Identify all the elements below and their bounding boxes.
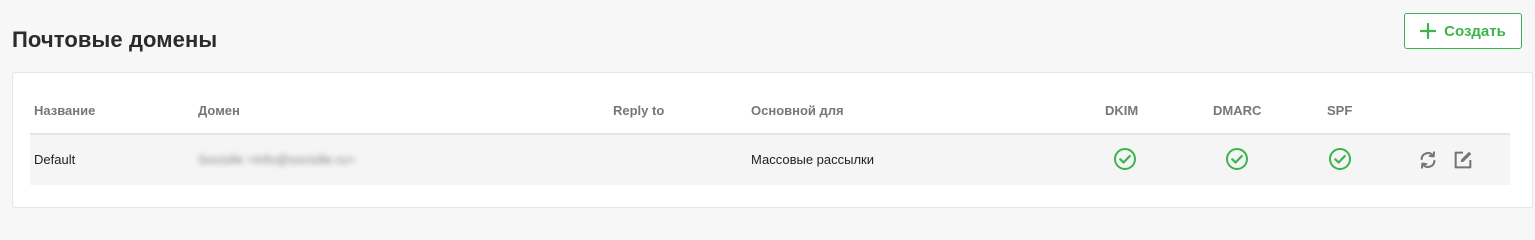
mail-domains-page: Почтовые домены Создать Название Домен R… [0,0,1535,224]
cell-name: Default [34,152,76,167]
cell-primary-for: Массовые рассылки [751,152,875,167]
column-header-name: Название [34,103,96,118]
table-row: Default Sociolle <info@sociolle.ru> Масс… [30,135,1510,185]
refresh-icon[interactable] [1417,149,1439,171]
column-header-spf: SPF [1327,103,1353,118]
dkim-check-circle-icon [1113,147,1137,171]
spf-check-circle-icon [1328,147,1352,171]
create-button-label: Создать [1444,22,1506,40]
dmarc-check-circle-icon [1225,147,1249,171]
edit-icon[interactable] [1452,149,1474,171]
column-header-reply-to: Reply to [613,103,665,118]
column-header-primary-for: Основной для [751,103,844,118]
page-title: Почтовые домены [12,27,218,52]
create-button[interactable]: Создать [1404,13,1522,49]
column-header-domain: Домен [198,103,240,118]
plus-icon [1420,23,1437,39]
table-header: Название Домен Reply to Основной для DKI… [30,89,1510,135]
column-header-dmarc: DMARC [1213,103,1262,118]
domains-table: Название Домен Reply to Основной для DKI… [30,89,1510,185]
cell-domain: Sociolle <info@sociolle.ru> [198,152,356,167]
domains-card: Название Домен Reply to Основной для DKI… [12,72,1533,208]
column-header-dkim: DKIM [1105,103,1139,118]
